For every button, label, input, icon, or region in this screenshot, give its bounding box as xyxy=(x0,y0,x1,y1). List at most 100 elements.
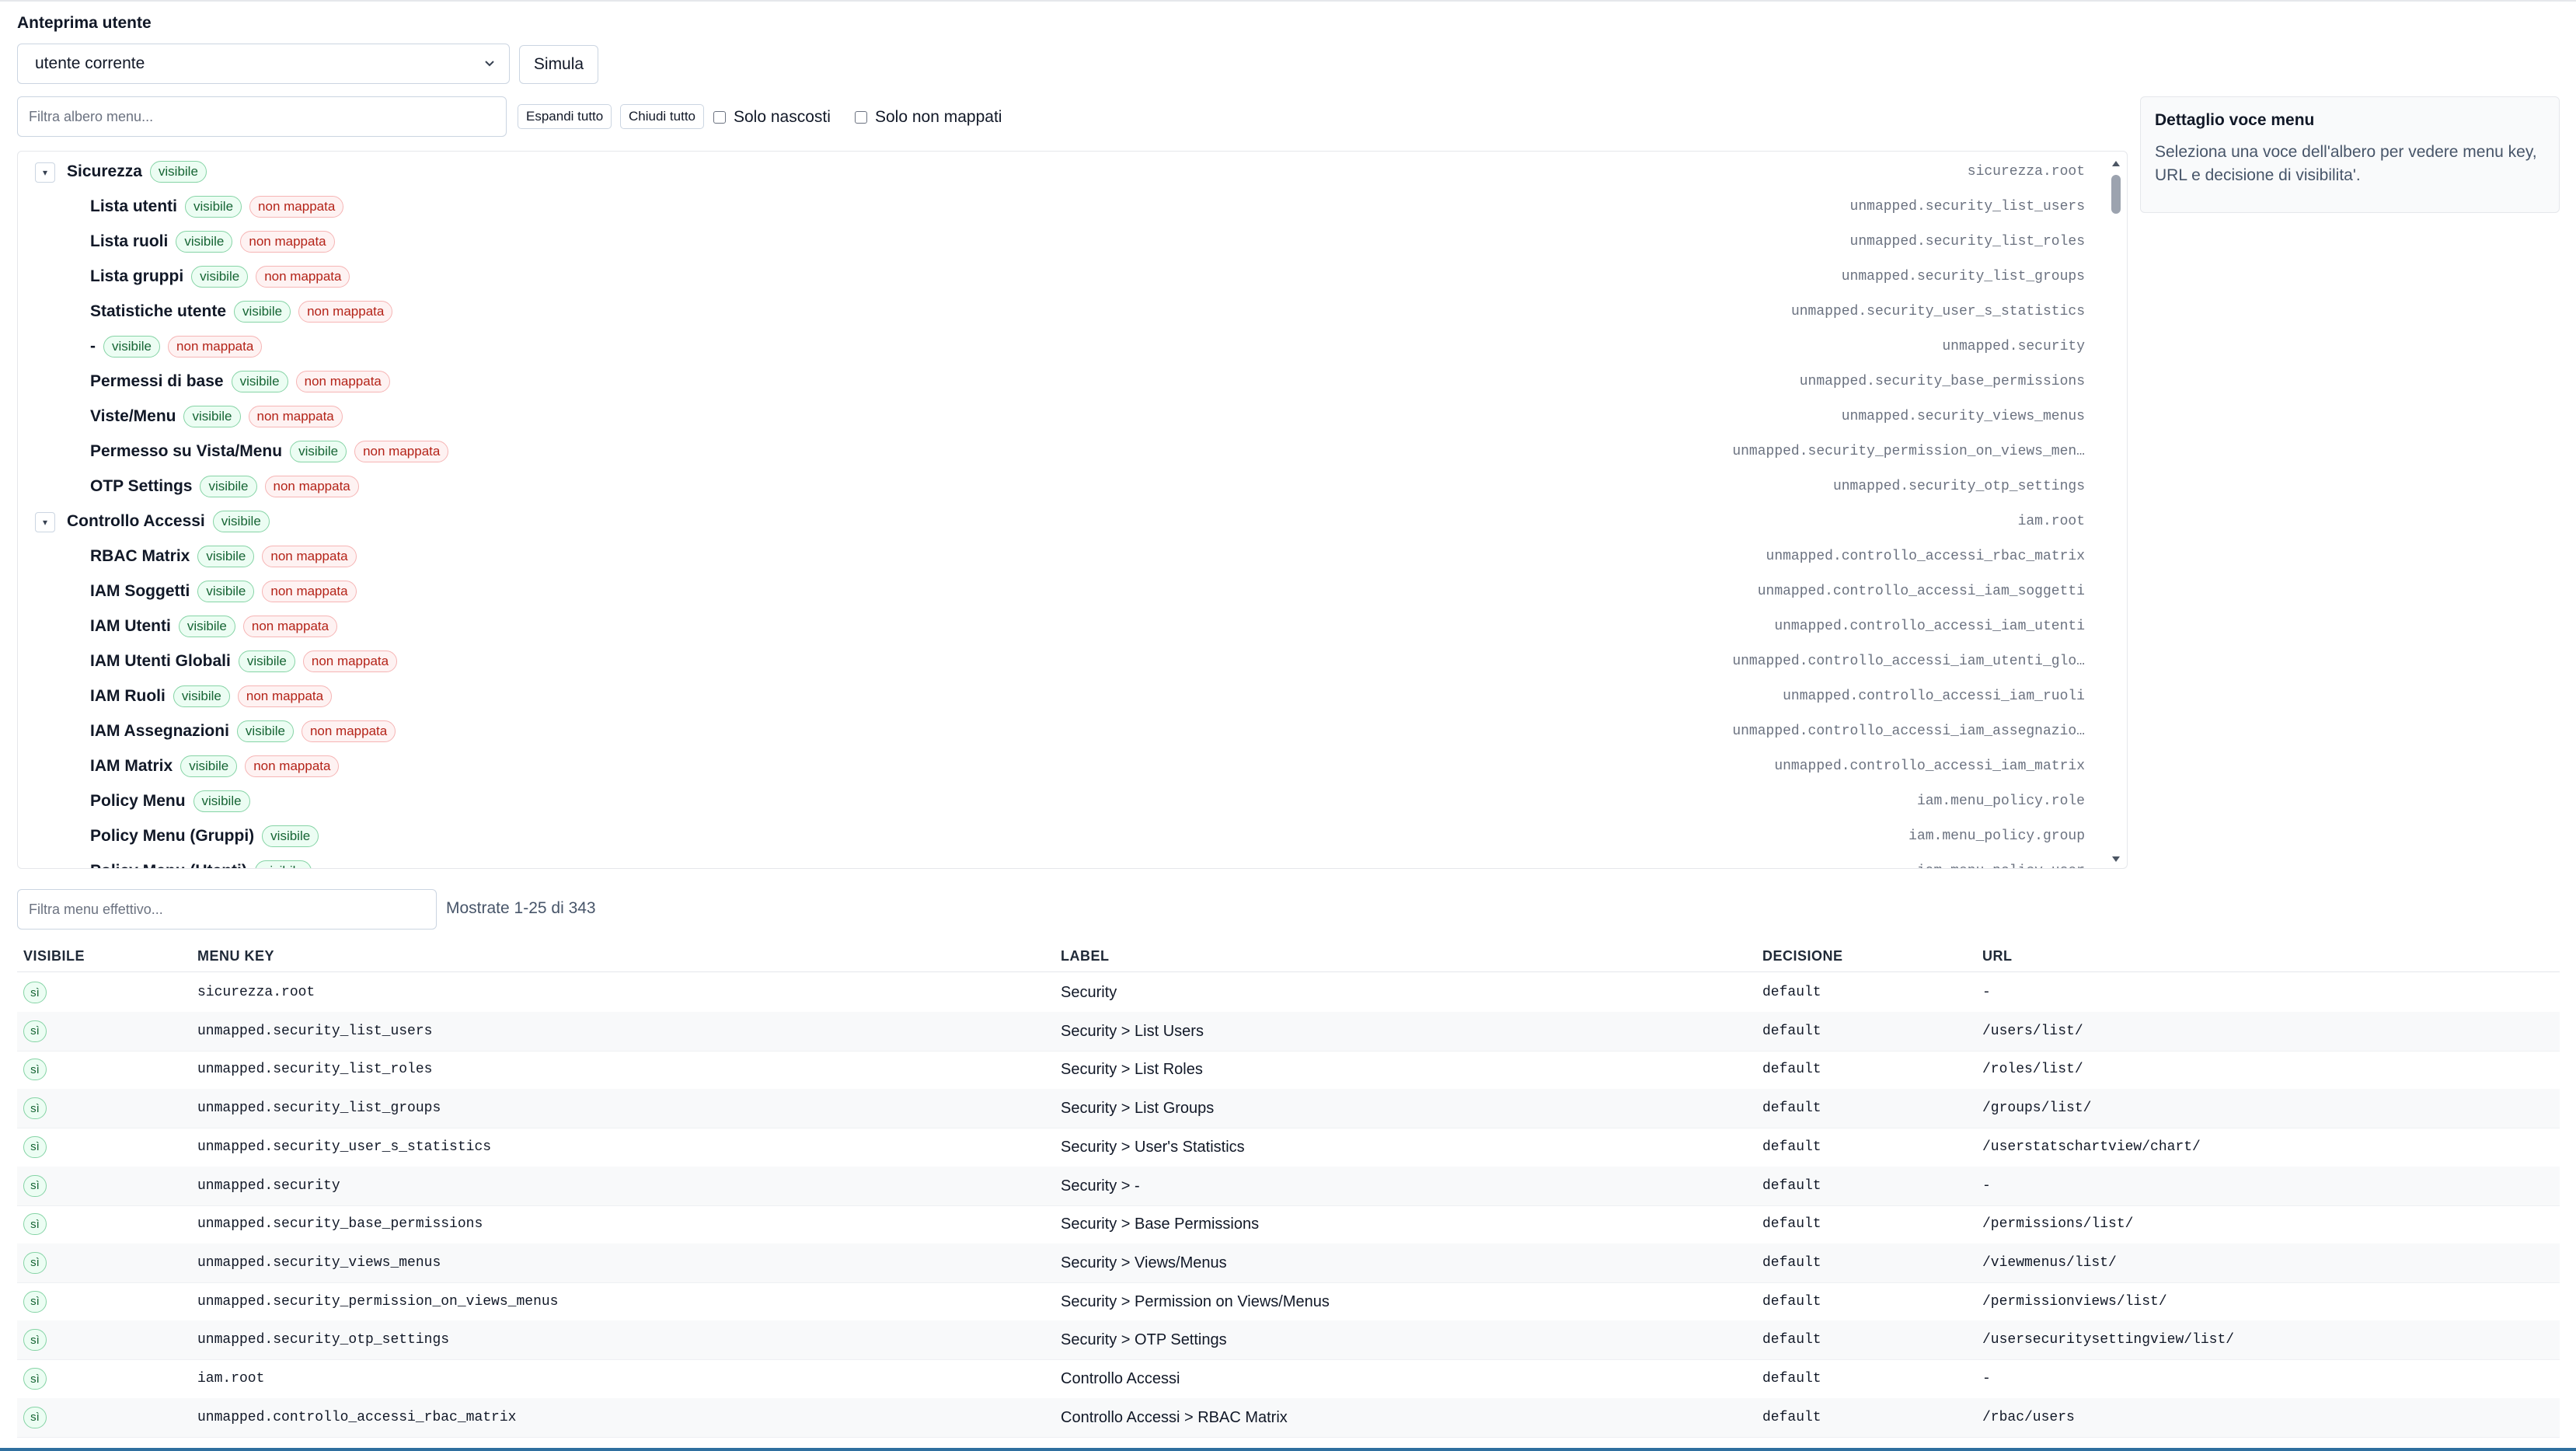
tree-row[interactable]: IAM Utenti visibile non mappata unmapped.co… xyxy=(18,609,2108,644)
tree-row[interactable]: IAM Assegnazioni visibile non mappata unmap… xyxy=(18,714,2108,749)
column-decision: DECISIONE xyxy=(1762,948,1843,964)
only-unmapped-label: Solo non mappati xyxy=(875,108,1002,126)
only-unmapped-checkbox[interactable] xyxy=(855,111,867,124)
tree-item-label: IAM Ruoli xyxy=(90,687,166,705)
tree-scrollbar[interactable] xyxy=(2110,158,2122,865)
tree-item-label: OTP Settings xyxy=(90,477,193,495)
tree-item-menu-key: unmapped.security_permission_on_views_me… xyxy=(1732,444,2085,459)
scroll-down-arrow-icon[interactable] xyxy=(2112,856,2120,862)
table-row[interactable]: sì unmapped.security_list_roles Security >… xyxy=(17,1050,2560,1090)
label-cell: Security > List Roles xyxy=(1061,1061,1203,1079)
visible-badge: sì xyxy=(23,1329,47,1352)
tree-row[interactable]: Policy Menu (Gruppi) visibile iam.menu_pol… xyxy=(18,819,2108,854)
expand-all-button[interactable]: Espandi tutto xyxy=(518,104,612,129)
visible-badge: sì xyxy=(23,1097,47,1120)
detail-body: Seleziona una voce dell'albero per veder… xyxy=(2155,143,2537,184)
visible-badge: sì xyxy=(23,1135,47,1158)
tree-row[interactable]: Policy Menu visibile iam.menu_policy.role xyxy=(18,784,2108,819)
url-cell: /viewmenus/list/ xyxy=(1982,1254,2117,1271)
tree-item-menu-key: iam.menu_policy.role xyxy=(1916,794,2085,809)
table-row[interactable]: sì unmapped.controllo_accessi_rbac_matrix… xyxy=(17,1397,2560,1438)
collapse-all-button[interactable]: Chiudi tutto xyxy=(620,104,704,129)
tree-item-label: RBAC Matrix xyxy=(90,547,190,565)
tree-row[interactable]: Policy Menu (Utenti) visibile iam.menu_pol… xyxy=(18,854,2108,868)
decision-cell: default xyxy=(1762,1023,1821,1039)
tree-item-menu-key: unmapped.controllo_accessi_iam_soggetti xyxy=(1757,584,2085,599)
tree-item-label: IAM Matrix xyxy=(90,757,173,775)
decision-cell: default xyxy=(1762,985,1821,1000)
simulate-button[interactable]: Simula xyxy=(519,45,598,84)
visible-badge: visibile xyxy=(262,825,319,847)
label-cell: Security > Permission on Views/Menus xyxy=(1061,1292,1330,1310)
scroll-up-arrow-icon[interactable] xyxy=(2112,161,2120,166)
unmapped-badge: non mappata xyxy=(242,616,338,637)
menu-tree[interactable]: ▾ Sicurezza visibile sicurezza.root Lista ut… xyxy=(17,151,2128,869)
tree-item-menu-key: unmapped.controllo_accessi_iam_utenti_gl… xyxy=(1732,654,2085,669)
label-cell: Security > List Groups xyxy=(1061,1100,1215,1118)
menu-key-cell: unmapped.security_views_menus xyxy=(197,1254,441,1271)
tree-item-label: Viste/Menu xyxy=(90,407,176,425)
url-cell: /users/list/ xyxy=(1982,1023,2083,1039)
visible-badge: sì xyxy=(23,1406,47,1428)
tree-row[interactable]: Lista gruppi visibile non mappata unmapped.… xyxy=(18,260,2108,295)
tree-row[interactable]: IAM Matrix visibile non mappata unmapped.co… xyxy=(18,749,2108,784)
tree-row[interactable]: ▾ Sicurezza visibile sicurezza.root xyxy=(18,155,2108,190)
tree-item-label: Controllo Accessi xyxy=(67,512,205,530)
tree-row[interactable]: ▾ Controllo Accessi visibile iam.root xyxy=(18,504,2108,539)
tree-row[interactable]: Permesso su Vista/Menu visibile non mappat… xyxy=(18,434,2108,469)
label-cell: Security xyxy=(1061,984,1117,1001)
table-row[interactable]: sì iam.root Controllo Accessi default - xyxy=(17,1359,2560,1399)
menu-key-cell: unmapped.security_list_roles xyxy=(197,1062,433,1078)
tree-item-label: Policy Menu (Utenti) xyxy=(90,862,247,868)
visible-badge: sì xyxy=(23,1020,47,1042)
table-row[interactable]: sì unmapped.security_user_s_statistics Sec… xyxy=(17,1128,2560,1167)
url-cell: - xyxy=(1982,985,1991,1000)
tree-item-menu-key: unmapped.security xyxy=(1942,339,2085,354)
scrollbar-thumb[interactable] xyxy=(2111,175,2121,214)
only-hidden-checkbox[interactable] xyxy=(713,111,726,124)
tree-row[interactable]: IAM Ruoli visibile non mappata unmapped.con… xyxy=(18,679,2108,714)
visible-badge: visibile xyxy=(254,860,312,868)
table-row[interactable]: sì unmapped.security Security > - default - xyxy=(17,1166,2560,1206)
tree-row[interactable]: - visibile non mappata unmapped.security xyxy=(18,330,2108,364)
tree-row[interactable]: OTP Settings visibile non mappata unmapped.… xyxy=(18,469,2108,504)
visible-badge: visibile xyxy=(103,336,161,358)
effective-menu-filter-input[interactable] xyxy=(17,889,437,930)
only-unmapped-filter[interactable]: Solo non mappati xyxy=(855,108,1002,127)
menu-key-cell: unmapped.controllo_accessi_rbac_matrix xyxy=(197,1409,517,1425)
table-row[interactable]: sì unmapped.security_permission_on_views_… xyxy=(17,1282,2560,1322)
tree-row[interactable]: Permessi di base visibile non mappata unmap… xyxy=(18,364,2108,399)
table-row[interactable]: sì unmapped.security_list_groups Security … xyxy=(17,1089,2560,1129)
collapse-toggle-icon[interactable]: ▾ xyxy=(35,162,55,183)
detail-title: Dettaglio voce menu xyxy=(2155,111,2315,129)
bottom-border xyxy=(0,1448,2576,1451)
tree-item-menu-key: iam.menu_policy.user xyxy=(1917,863,2085,868)
unmapped-badge: non mappata xyxy=(295,371,390,392)
collapse-toggle-icon[interactable]: ▾ xyxy=(35,512,55,532)
table-row[interactable]: sì unmapped.security_base_permissions Secu… xyxy=(17,1205,2560,1245)
tree-row[interactable]: Lista utenti visibile non mappata unmapped.… xyxy=(18,190,2108,225)
table-row[interactable]: sì unmapped.security_otp_settings Security… xyxy=(17,1320,2560,1361)
user-select-value: utente corrente xyxy=(35,54,145,72)
table-row[interactable]: sì unmapped.security_list_users Security >… xyxy=(17,1011,2560,1052)
tree-row[interactable]: Viste/Menu visibile non mappata unmapped.se… xyxy=(18,399,2108,434)
table-row[interactable]: sì sicurezza.root Security default - xyxy=(17,973,2560,1013)
unmapped-badge: non mappata xyxy=(264,476,359,497)
tree-row[interactable]: Lista ruoli visibile non mappata unmapped.s… xyxy=(18,225,2108,260)
tree-row[interactable]: IAM Soggetti visibile non mappata unmapped.… xyxy=(18,574,2108,609)
unmapped-badge: non mappata xyxy=(262,546,357,567)
tree-row[interactable]: Statistiche utente visibile non mappata unm… xyxy=(18,295,2108,330)
tree-filter-input[interactable] xyxy=(17,96,507,137)
menu-key-cell: unmapped.security xyxy=(197,1177,340,1194)
label-cell: Controllo Accessi xyxy=(1061,1370,1180,1387)
table-row[interactable]: sì unmapped.security_views_menus Security … xyxy=(17,1243,2560,1283)
visible-badge: visibile xyxy=(193,790,250,812)
visible-badge: visibile xyxy=(183,406,241,427)
tree-item-label: Statistiche utente xyxy=(90,302,227,320)
only-hidden-filter[interactable]: Solo nascosti xyxy=(713,108,831,127)
url-cell: - xyxy=(1982,1371,1991,1386)
tree-row[interactable]: IAM Utenti Globali visibile non mappata unm… xyxy=(18,644,2108,679)
user-select[interactable]: utente corrente xyxy=(17,44,510,84)
visible-badge: sì xyxy=(23,1059,47,1081)
tree-row[interactable]: RBAC Matrix visibile non mappata unmapped.c… xyxy=(18,539,2108,574)
